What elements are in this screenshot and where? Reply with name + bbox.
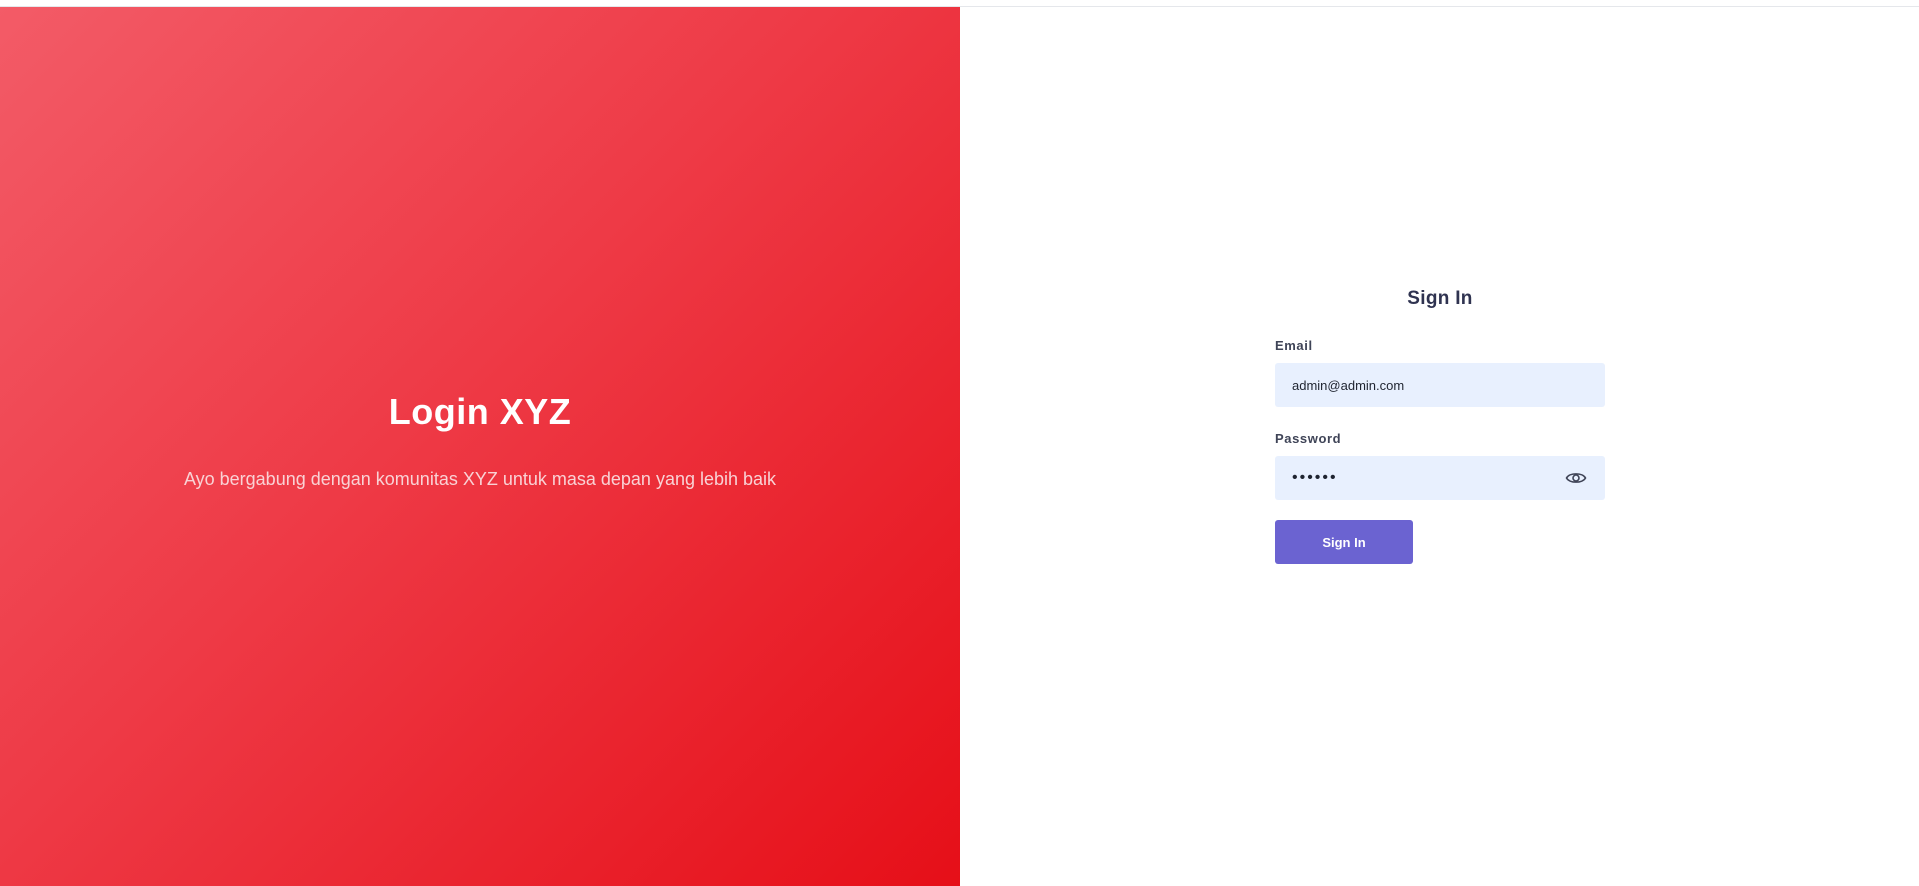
email-field-container bbox=[1275, 363, 1605, 407]
password-label: Password bbox=[1275, 431, 1342, 446]
email-field[interactable] bbox=[1275, 363, 1605, 407]
login-page: Login XYZ Ayo bergabung dengan komunitas… bbox=[0, 0, 1919, 886]
hero-title: Login XYZ bbox=[388, 391, 572, 432]
sign-in-button[interactable]: Sign In bbox=[1275, 520, 1413, 564]
form-title: Sign In bbox=[1407, 288, 1473, 309]
sign-in-form: Sign In Email Password Sign In bbox=[1275, 288, 1605, 564]
hero-subtitle: Ayo bergabung dengan komunitas XYZ untuk… bbox=[183, 469, 777, 489]
password-field[interactable] bbox=[1275, 456, 1605, 500]
eye-icon[interactable] bbox=[1565, 468, 1587, 488]
hero-panel: Login XYZ Ayo bergabung dengan komunitas… bbox=[0, 7, 960, 886]
password-field-container bbox=[1275, 456, 1605, 500]
email-label: Email bbox=[1275, 338, 1313, 353]
